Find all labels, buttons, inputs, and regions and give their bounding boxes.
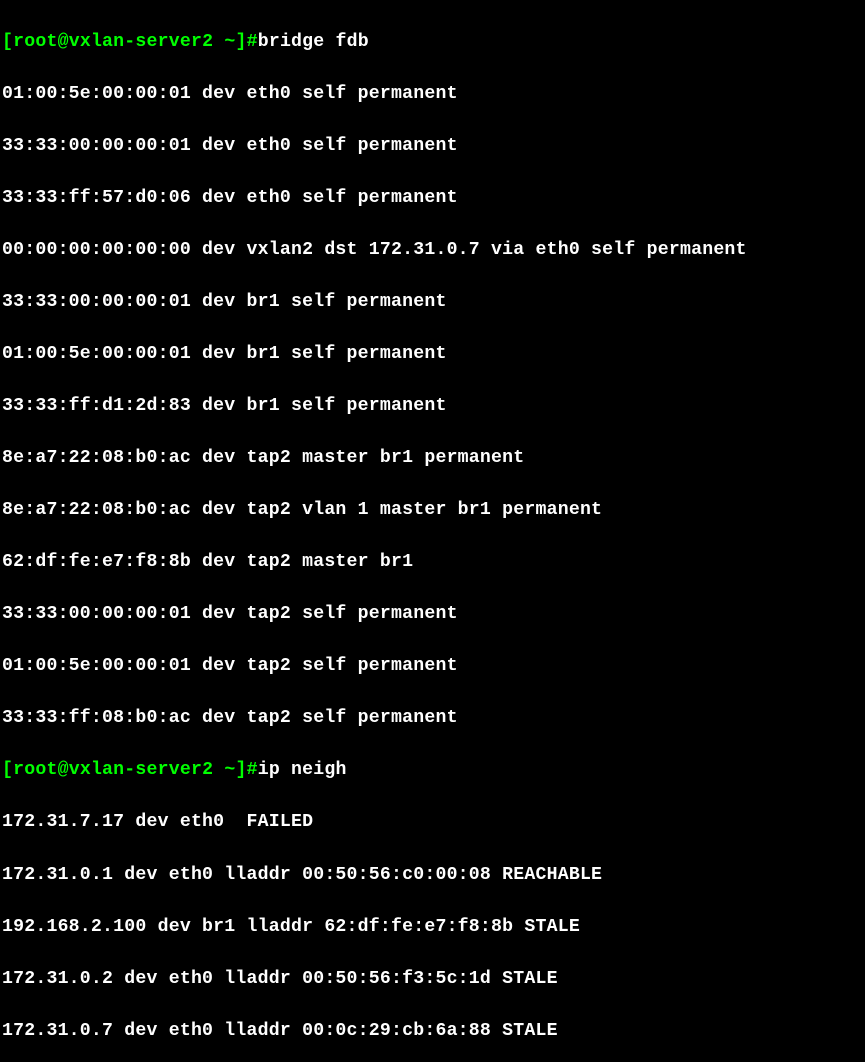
prompt-path: ~ xyxy=(224,760,235,780)
fdb-output-line: 33:33:ff:08:b0:ac dev tap2 self permanen… xyxy=(2,705,863,731)
fdb-output-line: 01:00:5e:00:00:01 dev br1 self permanent xyxy=(2,341,863,367)
command-1[interactable]: bridge fdb xyxy=(258,32,369,52)
neigh-output-line: 192.168.2.100 dev br1 lladdr 62:df:fe:e7… xyxy=(2,914,863,940)
fdb-output-line: 33:33:00:00:00:01 dev tap2 self permanen… xyxy=(2,601,863,627)
prompt-host: vxlan-server2 xyxy=(69,760,214,780)
terminal-output: [root@vxlan-server2 ~]#bridge fdb 01:00:… xyxy=(2,3,863,1062)
prompt-close-bracket: ] xyxy=(235,760,246,780)
neigh-output-line: 172.31.0.2 dev eth0 lladdr 00:50:56:f3:5… xyxy=(2,966,863,992)
prompt-space xyxy=(213,760,224,780)
fdb-output-line: 33:33:00:00:00:01 dev br1 self permanent xyxy=(2,289,863,315)
fdb-output-line: 33:33:00:00:00:01 dev eth0 self permanen… xyxy=(2,133,863,159)
prompt-user: root xyxy=(13,32,57,52)
prompt-open-bracket: [ xyxy=(2,760,13,780)
prompt-hash: # xyxy=(247,32,258,52)
fdb-output-line: 33:33:ff:57:d0:06 dev eth0 self permanen… xyxy=(2,185,863,211)
prompt-user: root xyxy=(13,760,57,780)
fdb-output-line: 01:00:5e:00:00:01 dev eth0 self permanen… xyxy=(2,81,863,107)
prompt-host: vxlan-server2 xyxy=(69,32,214,52)
fdb-output-line: 8e:a7:22:08:b0:ac dev tap2 vlan 1 master… xyxy=(2,497,863,523)
fdb-output-line: 00:00:00:00:00:00 dev vxlan2 dst 172.31.… xyxy=(2,237,863,263)
prompt-close-bracket: ] xyxy=(235,32,246,52)
fdb-output-line: 01:00:5e:00:00:01 dev tap2 self permanen… xyxy=(2,653,863,679)
fdb-output-line: 33:33:ff:d1:2d:83 dev br1 self permanent xyxy=(2,393,863,419)
prompt-line-2: [root@vxlan-server2 ~]#ip neigh xyxy=(2,757,863,783)
prompt-at: @ xyxy=(58,32,69,52)
command-2[interactable]: ip neigh xyxy=(258,760,347,780)
fdb-output-line: 62:df:fe:e7:f8:8b dev tap2 master br1 xyxy=(2,549,863,575)
neigh-output-line: 172.31.0.1 dev eth0 lladdr 00:50:56:c0:0… xyxy=(2,862,863,888)
prompt-at: @ xyxy=(58,760,69,780)
prompt-hash: # xyxy=(247,760,258,780)
prompt-space xyxy=(213,32,224,52)
prompt-open-bracket: [ xyxy=(2,32,13,52)
neigh-output-line: 172.31.7.17 dev eth0 FAILED xyxy=(2,809,863,835)
prompt-line-1: [root@vxlan-server2 ~]#bridge fdb xyxy=(2,29,863,55)
fdb-output-line: 8e:a7:22:08:b0:ac dev tap2 master br1 pe… xyxy=(2,445,863,471)
neigh-output-line: 172.31.0.7 dev eth0 lladdr 00:0c:29:cb:6… xyxy=(2,1018,863,1044)
prompt-path: ~ xyxy=(224,32,235,52)
